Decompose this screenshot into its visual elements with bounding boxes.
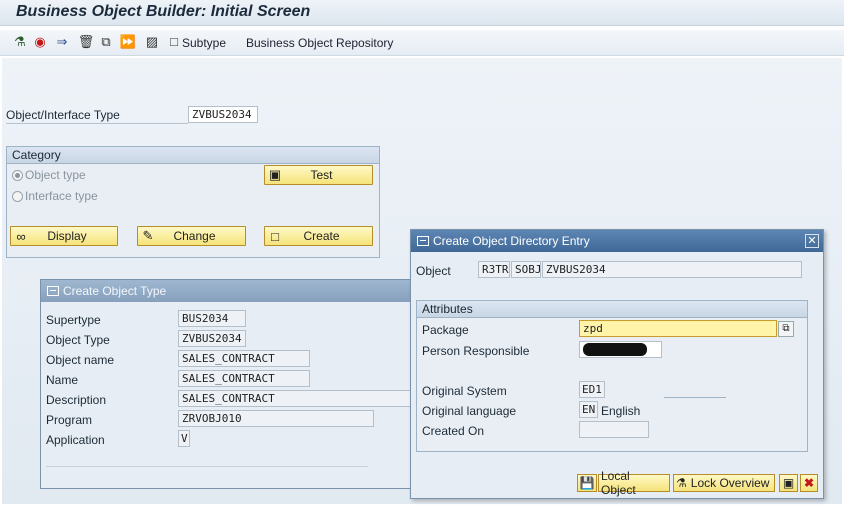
test-button[interactable]: ▣ Test — [264, 165, 373, 185]
radio-selected-icon — [12, 169, 23, 181]
object-name-input[interactable]: SALES_CONTRACT — [178, 350, 310, 367]
subtype-icon: □ — [170, 34, 178, 49]
cancel-button[interactable]: ✖ — [800, 474, 818, 492]
original-language-field: EN — [579, 401, 598, 418]
lock-overview-label: Lock Overview — [690, 476, 770, 490]
original-system-field: ED1 — [579, 381, 605, 398]
description-input[interactable]: SALES_CONTRACT — [178, 390, 412, 407]
radio-interface-type-label: Interface type — [25, 189, 98, 203]
lock-overview-icon: ⚗ — [676, 476, 687, 490]
dialog-icon — [417, 236, 429, 246]
object-label: Object — [416, 264, 451, 278]
directory-entry-titlebar: Create Object Directory Entry ✕ — [411, 230, 823, 252]
application-toolbar: ⚗ ◉ ⇒ 🗑 ⧉ ⏩ ▨ □ Subtype Business Object … — [0, 30, 844, 56]
name-input[interactable]: SALES_CONTRACT — [178, 370, 310, 387]
close-icon[interactable]: ✕ — [805, 234, 819, 248]
object-pgmid-field: R3TR — [478, 261, 510, 278]
object-type-field: SOBJ — [511, 261, 541, 278]
program-input[interactable]: ZRVOBJ010 — [178, 410, 374, 427]
radio-object-type-label: Object type — [25, 168, 86, 182]
create-button[interactable]: □ Create — [264, 226, 373, 246]
radio-interface-type[interactable]: Interface type — [12, 189, 98, 203]
supertype-input[interactable]: BUS2034 — [178, 310, 246, 327]
created-on-label: Created On — [422, 424, 485, 438]
glasses-icon: ∞ — [16, 228, 26, 244]
create-object-type-titlebar: Create Object Type — [41, 280, 417, 302]
tree-icon[interactable]: ▨ — [144, 34, 160, 50]
object-type-label: Object Type — [46, 333, 110, 347]
display-object-button[interactable]: ▣ — [779, 474, 798, 492]
package-label: Package — [422, 323, 469, 337]
copy-icon[interactable]: ⧉ — [98, 34, 114, 50]
new-document-icon: □ — [271, 228, 279, 244]
object-name-label: Object name — [46, 353, 115, 367]
local-object-label: Local Object — [601, 469, 636, 497]
save-button[interactable]: 💾 — [577, 474, 597, 492]
description-label: Description — [46, 393, 107, 407]
forward-icon[interactable]: ⏩ — [120, 34, 136, 50]
change-button[interactable]: ✎ Change — [137, 226, 246, 246]
dialog-separator — [46, 466, 368, 467]
original-system-underline — [664, 397, 726, 398]
object-name-field: ZVBUS2034 — [542, 261, 802, 278]
display-button[interactable]: ∞ Display — [10, 226, 118, 246]
create-object-type-title: Create Object Type — [63, 284, 167, 298]
created-on-field — [579, 421, 649, 438]
attributes-title: Attributes — [417, 301, 807, 318]
category-title: Category — [7, 147, 379, 164]
cancel-icon: ✖ — [803, 476, 815, 490]
application-label: Application — [46, 433, 105, 447]
redacted-name — [583, 343, 647, 356]
supertype-label: Supertype — [46, 313, 101, 327]
original-system-label: Original System — [422, 384, 507, 398]
title-bar: Business Object Builder: Initial Screen — [0, 0, 844, 26]
original-language-label: Original language — [422, 404, 517, 418]
save-icon: 💾 — [579, 476, 595, 490]
object-type-input[interactable]: ZVBUS2034 — [178, 330, 246, 347]
glasses-icon: ▣ — [782, 476, 795, 490]
pencil-icon: ✎ — [142, 228, 154, 243]
original-language-text: English — [601, 404, 641, 418]
test-button-label: Test — [310, 168, 333, 182]
application-input[interactable]: V — [178, 430, 190, 447]
radio-object-type[interactable]: Object type — [12, 168, 86, 182]
dialog-icon — [47, 286, 59, 296]
display-button-label: Display — [47, 229, 87, 243]
name-label: Name — [46, 373, 79, 387]
hierarchy-icon[interactable]: ⚗ — [12, 34, 28, 50]
stop-icon[interactable]: ◉ — [32, 34, 48, 50]
local-object-button[interactable]: Local Object — [598, 469, 670, 497]
create-button-label: Create — [303, 229, 340, 243]
object-interface-type-input[interactable]: ZVBUS2034 — [188, 106, 258, 123]
program-label: Program — [46, 413, 93, 427]
delete-icon[interactable]: 🗑 — [78, 34, 95, 50]
subtype-button[interactable]: Subtype — [182, 36, 226, 50]
lock-overview-button[interactable]: ⚗ Lock Overview — [673, 474, 775, 492]
window-title: Business Object Builder: Initial Screen — [16, 3, 311, 20]
package-input[interactable]: zpd — [579, 320, 777, 337]
change-button-label: Change — [173, 229, 216, 243]
flow-icon[interactable]: ⇒ — [54, 34, 70, 50]
radio-unselected-icon — [12, 190, 23, 202]
object-interface-type-label: Object/Interface Type — [6, 108, 120, 122]
test-icon: ▣ — [268, 167, 282, 182]
directory-entry-title: Create Object Directory Entry — [433, 234, 590, 248]
business-object-repository-button[interactable]: Business Object Repository — [246, 36, 393, 50]
person-responsible-label: Person Responsible — [422, 344, 530, 358]
value-help-icon[interactable]: ⧉ — [778, 321, 794, 337]
label-underline — [6, 123, 188, 124]
